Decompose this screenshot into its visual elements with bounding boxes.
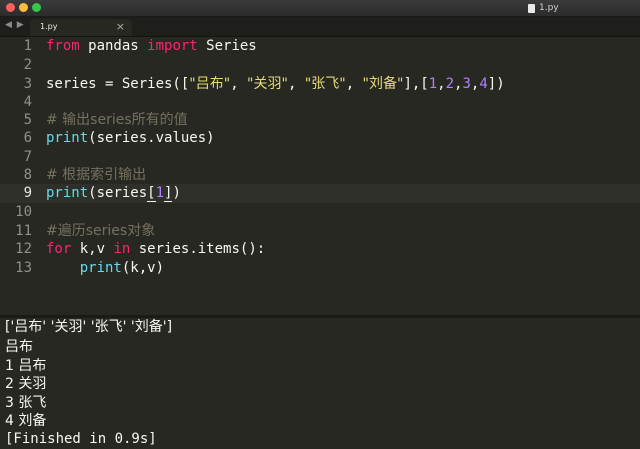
- code-line-13[interactable]: print(k,v): [46, 259, 164, 278]
- line-number: 11: [15, 223, 32, 239]
- line-number: 6: [23, 130, 32, 146]
- builtin-print: print: [46, 130, 89, 146]
- code-text: ]): [487, 76, 505, 92]
- code-text: (series.values): [88, 130, 215, 146]
- output-line: 吕布: [5, 339, 33, 355]
- code-line-9[interactable]: print(series[1]): [46, 184, 181, 203]
- number-literal: 1: [155, 185, 165, 201]
- code-text: ): [172, 185, 181, 201]
- code-text: ],[: [403, 76, 429, 92]
- line-number: 4: [23, 94, 32, 110]
- code-line-8[interactable]: # 根据索引输出: [46, 166, 146, 185]
- code-line-3[interactable]: series = Series(["吕布", "关羽", "张飞", "刘备"]…: [46, 75, 505, 94]
- keyword-import: import: [147, 38, 198, 54]
- output-line: 1 吕布: [5, 358, 47, 374]
- code-text: k,v: [71, 241, 114, 257]
- tab-close-icon[interactable]: ×: [116, 20, 125, 33]
- line-number: 2: [23, 57, 32, 73]
- code-text: Series: [197, 38, 257, 54]
- code-line-12[interactable]: for k,v in series.items():: [46, 240, 265, 259]
- string-literal: "刘备": [362, 76, 404, 92]
- output-line: 4 刘备: [5, 413, 47, 429]
- code-line-1[interactable]: from pandas import Series: [46, 37, 257, 56]
- code-line-11[interactable]: #遍历series对象: [46, 222, 155, 241]
- number-literal: 1: [428, 76, 438, 92]
- builtin-print: print: [46, 185, 89, 201]
- tab-bar: ◀ ▶ 1.py ×: [0, 17, 640, 37]
- line-number: 12: [15, 241, 32, 257]
- maximize-window-button[interactable]: [32, 3, 41, 12]
- output-line: 2 关羽: [5, 376, 47, 392]
- line-number: 8: [23, 167, 32, 183]
- build-output-panel[interactable]: ['吕布' '关羽' '张飞' '刘备'] 吕布 1 吕布 2 关羽 3 张飞 …: [0, 318, 640, 448]
- keyword-for: for: [46, 241, 72, 257]
- output-line: 3 张飞: [5, 395, 47, 411]
- line-number: 7: [23, 149, 32, 165]
- minimize-window-button[interactable]: [19, 3, 28, 12]
- code-editor[interactable]: 1 2 3 4 5 6 7 8 9 10 11 12 13 from panda…: [0, 37, 640, 315]
- tab-1py[interactable]: 1.py ×: [30, 19, 132, 36]
- line-number: 5: [23, 112, 32, 128]
- code-text: ,: [345, 76, 363, 92]
- keyword-in: in: [113, 241, 131, 257]
- output-line: ['吕布' '关羽' '张飞' '刘备']: [5, 319, 173, 335]
- code-line-5[interactable]: # 输出series所有的值: [46, 111, 188, 130]
- code-text: ,: [437, 76, 446, 92]
- line-number: 3: [23, 76, 32, 92]
- window-title-group: 1.py: [528, 2, 559, 14]
- code-text: ,: [230, 76, 248, 92]
- code-text: (series: [88, 185, 148, 201]
- code-text: ,: [287, 76, 305, 92]
- number-literal: 4: [479, 76, 488, 92]
- code-text: pandas: [79, 38, 148, 54]
- builtin-print: print: [79, 260, 122, 276]
- string-literal: "关羽": [247, 76, 288, 92]
- line-number: 1: [23, 38, 32, 54]
- tab-label: 1.py: [40, 22, 58, 31]
- file-icon: [528, 3, 535, 13]
- matched-bracket: [: [147, 185, 156, 202]
- window-title: 1.py: [539, 3, 559, 13]
- string-literal: "张飞": [304, 76, 346, 92]
- line-number: 13: [15, 260, 32, 276]
- code-text: (k,v): [121, 260, 165, 276]
- keyword-from: from: [46, 38, 80, 54]
- code-line-6[interactable]: print(series.values): [46, 129, 215, 148]
- number-literal: 3: [462, 76, 471, 92]
- string-literal: "吕布": [189, 76, 231, 92]
- close-window-button[interactable]: [6, 3, 15, 12]
- number-literal: 2: [445, 76, 455, 92]
- code-text: series.items():: [130, 241, 266, 257]
- output-finished-line: [Finished in 0.9s]: [5, 431, 157, 447]
- line-number: 10: [15, 204, 32, 220]
- window-titlebar: 1.py: [0, 0, 640, 17]
- code-text: series = Series([: [46, 76, 190, 92]
- tab-nav-arrows-icon[interactable]: ◀ ▶: [5, 20, 25, 30]
- line-number-current: 9: [23, 185, 32, 201]
